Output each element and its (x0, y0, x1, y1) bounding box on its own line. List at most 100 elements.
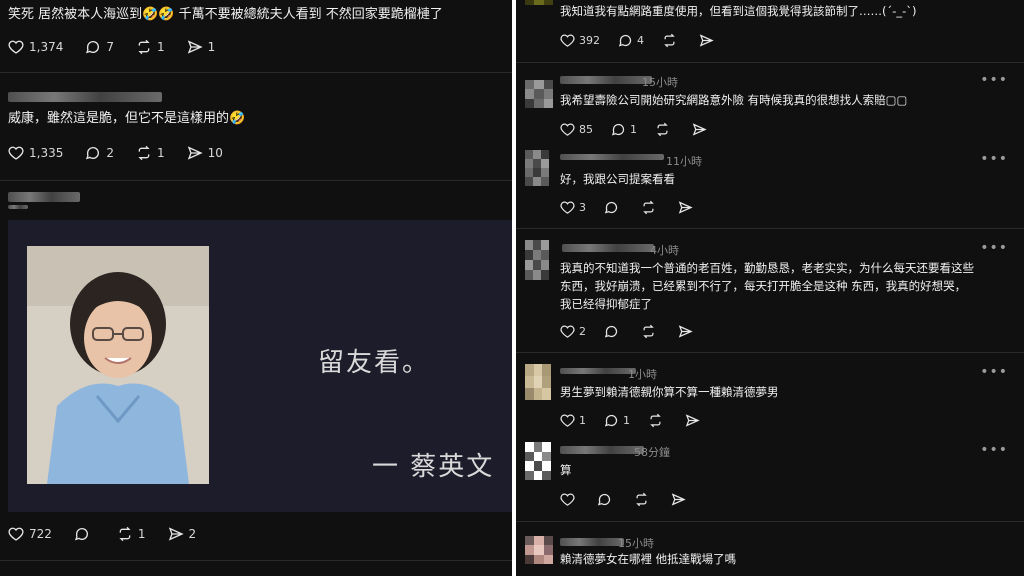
share-button[interactable]: 2 (168, 526, 196, 542)
more-options-icon[interactable]: ••• (980, 151, 1008, 167)
blurred-username[interactable] (560, 368, 636, 374)
more-options-icon[interactable]: ••• (980, 442, 1008, 458)
more-options-icon[interactable]: ••• (980, 72, 1008, 88)
repost-icon (657, 122, 668, 137)
share-button[interactable] (678, 324, 697, 339)
like-button[interactable]: 1,374 (8, 39, 63, 55)
heart-icon (560, 201, 575, 214)
reply-button[interactable] (597, 492, 616, 507)
like-button[interactable]: 85 (560, 122, 593, 137)
comment-text-line: 我已经得抑郁症了 (560, 297, 652, 311)
share-button[interactable] (699, 33, 718, 48)
reply-count: 1 (630, 123, 637, 136)
like-count: 722 (29, 527, 52, 541)
blurred-username[interactable] (8, 92, 162, 102)
reply-button[interactable]: 1 (604, 413, 630, 428)
blurred-username[interactable] (560, 446, 644, 454)
repost-button[interactable]: 1 (136, 39, 165, 55)
comment-count: 7 (106, 40, 114, 54)
avatar[interactable] (525, 364, 551, 400)
repost-button[interactable] (662, 33, 681, 48)
repost-icon (664, 33, 675, 48)
like-count: 1 (579, 414, 586, 427)
post-image[interactable]: 留友看。 一 蔡英文 (8, 220, 512, 512)
comment-button[interactable] (74, 526, 95, 542)
comment-thread-right: 我知道我有點網路重度使用，但看到這個我覺得我該節制了……(´-_-`) 392 … (516, 0, 1024, 576)
like-button[interactable]: 392 (560, 33, 600, 48)
post-text: 威康，雖然這是脆，但它不是這樣用的🤣 (8, 111, 246, 126)
blurred-username[interactable] (560, 538, 624, 546)
reply-button[interactable]: 1 (611, 122, 637, 137)
repost-icon (643, 324, 654, 339)
repost-icon (636, 492, 647, 507)
reply-button[interactable]: 4 (618, 33, 644, 48)
repost-button[interactable] (641, 200, 660, 215)
like-button[interactable]: 722 (8, 526, 52, 542)
more-options-icon[interactable]: ••• (980, 240, 1008, 256)
repost-count: 1 (157, 146, 165, 160)
send-icon (671, 493, 686, 506)
share-button[interactable]: 1 (187, 39, 215, 55)
post-actions: 722 1 2 (8, 526, 218, 542)
avatar[interactable] (525, 80, 553, 108)
like-count: 392 (579, 34, 600, 47)
heart-icon (560, 414, 575, 427)
repost-button[interactable] (641, 324, 660, 339)
repost-icon (643, 200, 654, 215)
like-button[interactable]: 1 (560, 413, 586, 428)
blurred-username[interactable] (560, 76, 652, 84)
divider (0, 180, 512, 181)
send-icon (685, 414, 700, 427)
like-button[interactable]: 1,335 (8, 145, 63, 161)
blurred-username[interactable] (560, 154, 664, 160)
comment-icon (604, 325, 618, 338)
like-count: 1,374 (29, 40, 64, 54)
reply-button[interactable] (604, 200, 623, 215)
comment-time: 15小時 (618, 537, 654, 550)
heart-icon (560, 123, 575, 136)
like-button[interactable]: 3 (560, 200, 586, 215)
divider (0, 560, 512, 561)
comment-text: 賴清德夢女在哪裡 他抵達戰場了嗎 (560, 552, 737, 566)
share-button[interactable] (671, 492, 690, 507)
repost-button[interactable] (648, 413, 667, 428)
avatar[interactable] (525, 442, 551, 480)
comment-button[interactable]: 7 (85, 39, 114, 55)
share-button[interactable] (678, 200, 697, 215)
comment-icon (86, 41, 100, 54)
share-button[interactable] (692, 122, 711, 137)
share-button[interactable]: 10 (187, 145, 223, 161)
avatar[interactable] (525, 0, 553, 14)
comment-icon (597, 493, 611, 506)
share-button[interactable] (685, 413, 704, 428)
reply-button[interactable] (604, 324, 623, 339)
comment-button[interactable]: 2 (85, 145, 114, 161)
comment-icon (604, 201, 618, 214)
like-button[interactable]: 2 (560, 324, 586, 339)
send-icon (699, 34, 714, 47)
like-button[interactable] (560, 492, 579, 507)
blurred-username[interactable] (8, 192, 80, 202)
repost-button[interactable]: 1 (117, 526, 146, 542)
more-options-icon[interactable]: ••• (980, 364, 1008, 380)
avatar[interactable] (525, 240, 549, 280)
send-icon (168, 527, 184, 541)
like-count: 1,335 (29, 146, 64, 160)
repost-button[interactable]: 1 (136, 145, 165, 161)
comment-actions: 1 1 (560, 413, 722, 428)
repost-icon (138, 145, 150, 161)
avatar[interactable] (525, 536, 553, 564)
post-feed-left: 笑死 居然被本人海巡到🤣🤣 千萬不要被總統夫人看到 不然回家要跪榴槤了 1,37… (0, 0, 512, 576)
repost-button[interactable] (655, 122, 674, 137)
like-count: 85 (579, 123, 593, 136)
comment-time: 1小時 (628, 368, 657, 381)
comment-actions: 392 4 (560, 33, 736, 48)
repost-button[interactable] (634, 492, 653, 507)
repost-icon (650, 413, 661, 428)
blurred-username[interactable] (562, 244, 654, 252)
avatar[interactable] (525, 150, 549, 186)
repost-icon (138, 39, 150, 55)
image-author: 一 蔡英文 (372, 452, 495, 482)
send-icon (692, 123, 707, 136)
comment-icon (74, 528, 88, 541)
